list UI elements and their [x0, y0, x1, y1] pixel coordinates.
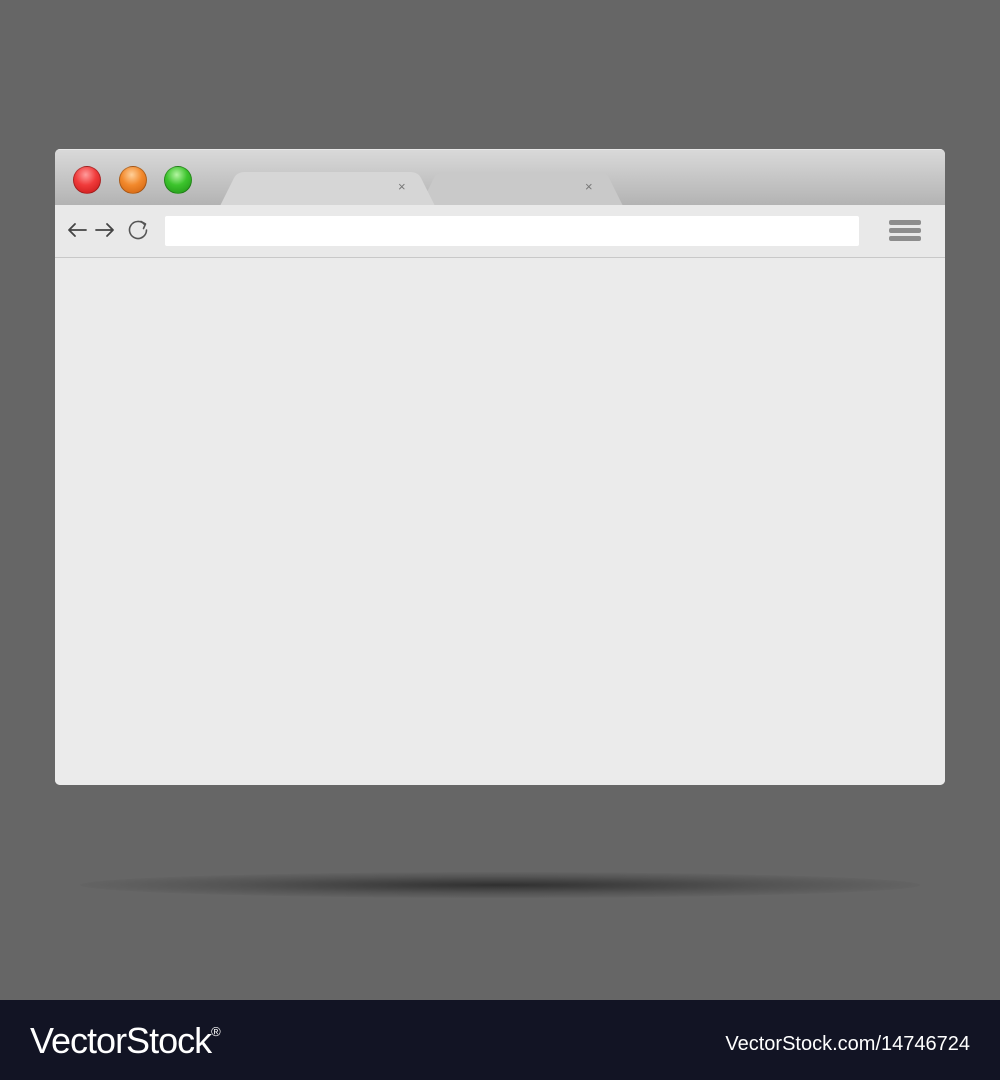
reload-button[interactable] [126, 218, 150, 242]
page-content-area[interactable] [55, 258, 945, 785]
browser-window: × × [55, 149, 945, 785]
arrow-left-icon [68, 223, 87, 237]
menu-bar [889, 228, 921, 233]
back-button[interactable] [65, 220, 89, 240]
toolbar [55, 205, 945, 258]
forward-button[interactable] [93, 220, 117, 240]
menu-button[interactable] [889, 219, 921, 243]
address-bar-input[interactable] [165, 216, 859, 246]
menu-bar [889, 220, 921, 225]
close-window-button[interactable] [73, 166, 101, 194]
brand-logo: VectorStock® [30, 1020, 221, 1062]
tab-close-icon[interactable]: × [398, 180, 406, 194]
image-id: VectorStock.com/14746724 [725, 1033, 970, 1055]
brand-name: VectorStock [30, 1020, 212, 1061]
arrow-right-icon [95, 223, 114, 237]
minimize-window-button[interactable] [119, 166, 147, 194]
tab-active[interactable]: × [220, 172, 435, 206]
backdrop: × × [0, 0, 1000, 1000]
tab-inactive[interactable]: × [420, 172, 623, 206]
maximize-window-button[interactable] [164, 166, 192, 194]
reload-icon [128, 220, 148, 240]
watermark-footer: VectorStock® VectorStock.com/14746724 [0, 1000, 1000, 1080]
title-bar: × × [55, 149, 945, 206]
registered-mark: ® [211, 1024, 221, 1039]
menu-bar [889, 236, 921, 241]
tab-close-icon[interactable]: × [585, 180, 593, 194]
window-shadow [80, 872, 920, 898]
